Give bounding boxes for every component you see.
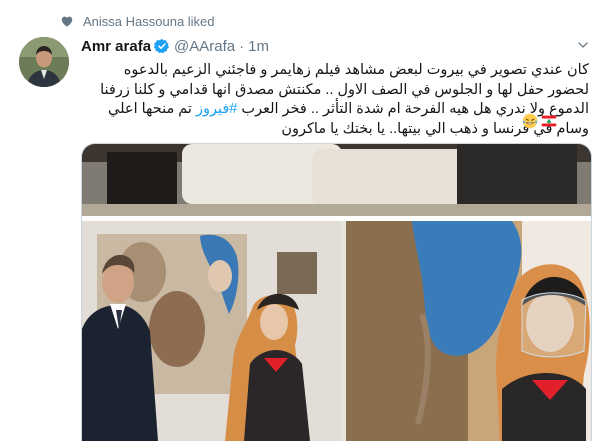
- tweet-timestamp[interactable]: 1m: [248, 38, 269, 55]
- verified-badge-icon: [154, 39, 169, 54]
- header-separator: ·: [239, 37, 245, 55]
- avatar-photo: [19, 37, 69, 87]
- lebanon-flag-emoji: [541, 115, 557, 127]
- avatar[interactable]: [19, 37, 69, 87]
- tweet-media[interactable]: [81, 143, 592, 441]
- hashtag-link[interactable]: #فيروز: [196, 101, 237, 117]
- laughing-tears-emoji: [522, 113, 538, 129]
- author-name[interactable]: Amr arafa: [81, 38, 151, 55]
- tweet-header: Amr arafa @AArafa · 1m: [81, 35, 590, 57]
- emoji-group: [522, 113, 557, 129]
- tweet-text: كان عندي تصوير في بيروت لبعض مشاهد فيلم …: [81, 61, 589, 139]
- social-context-text: Anissa Hassouna liked: [83, 13, 215, 29]
- collage-photo: [82, 144, 591, 441]
- chevron-down-icon[interactable]: [576, 38, 590, 52]
- social-context[interactable]: Anissa Hassouna liked: [60, 10, 215, 32]
- author-handle[interactable]: @AArafa: [174, 38, 235, 55]
- heart-icon: [61, 16, 73, 27]
